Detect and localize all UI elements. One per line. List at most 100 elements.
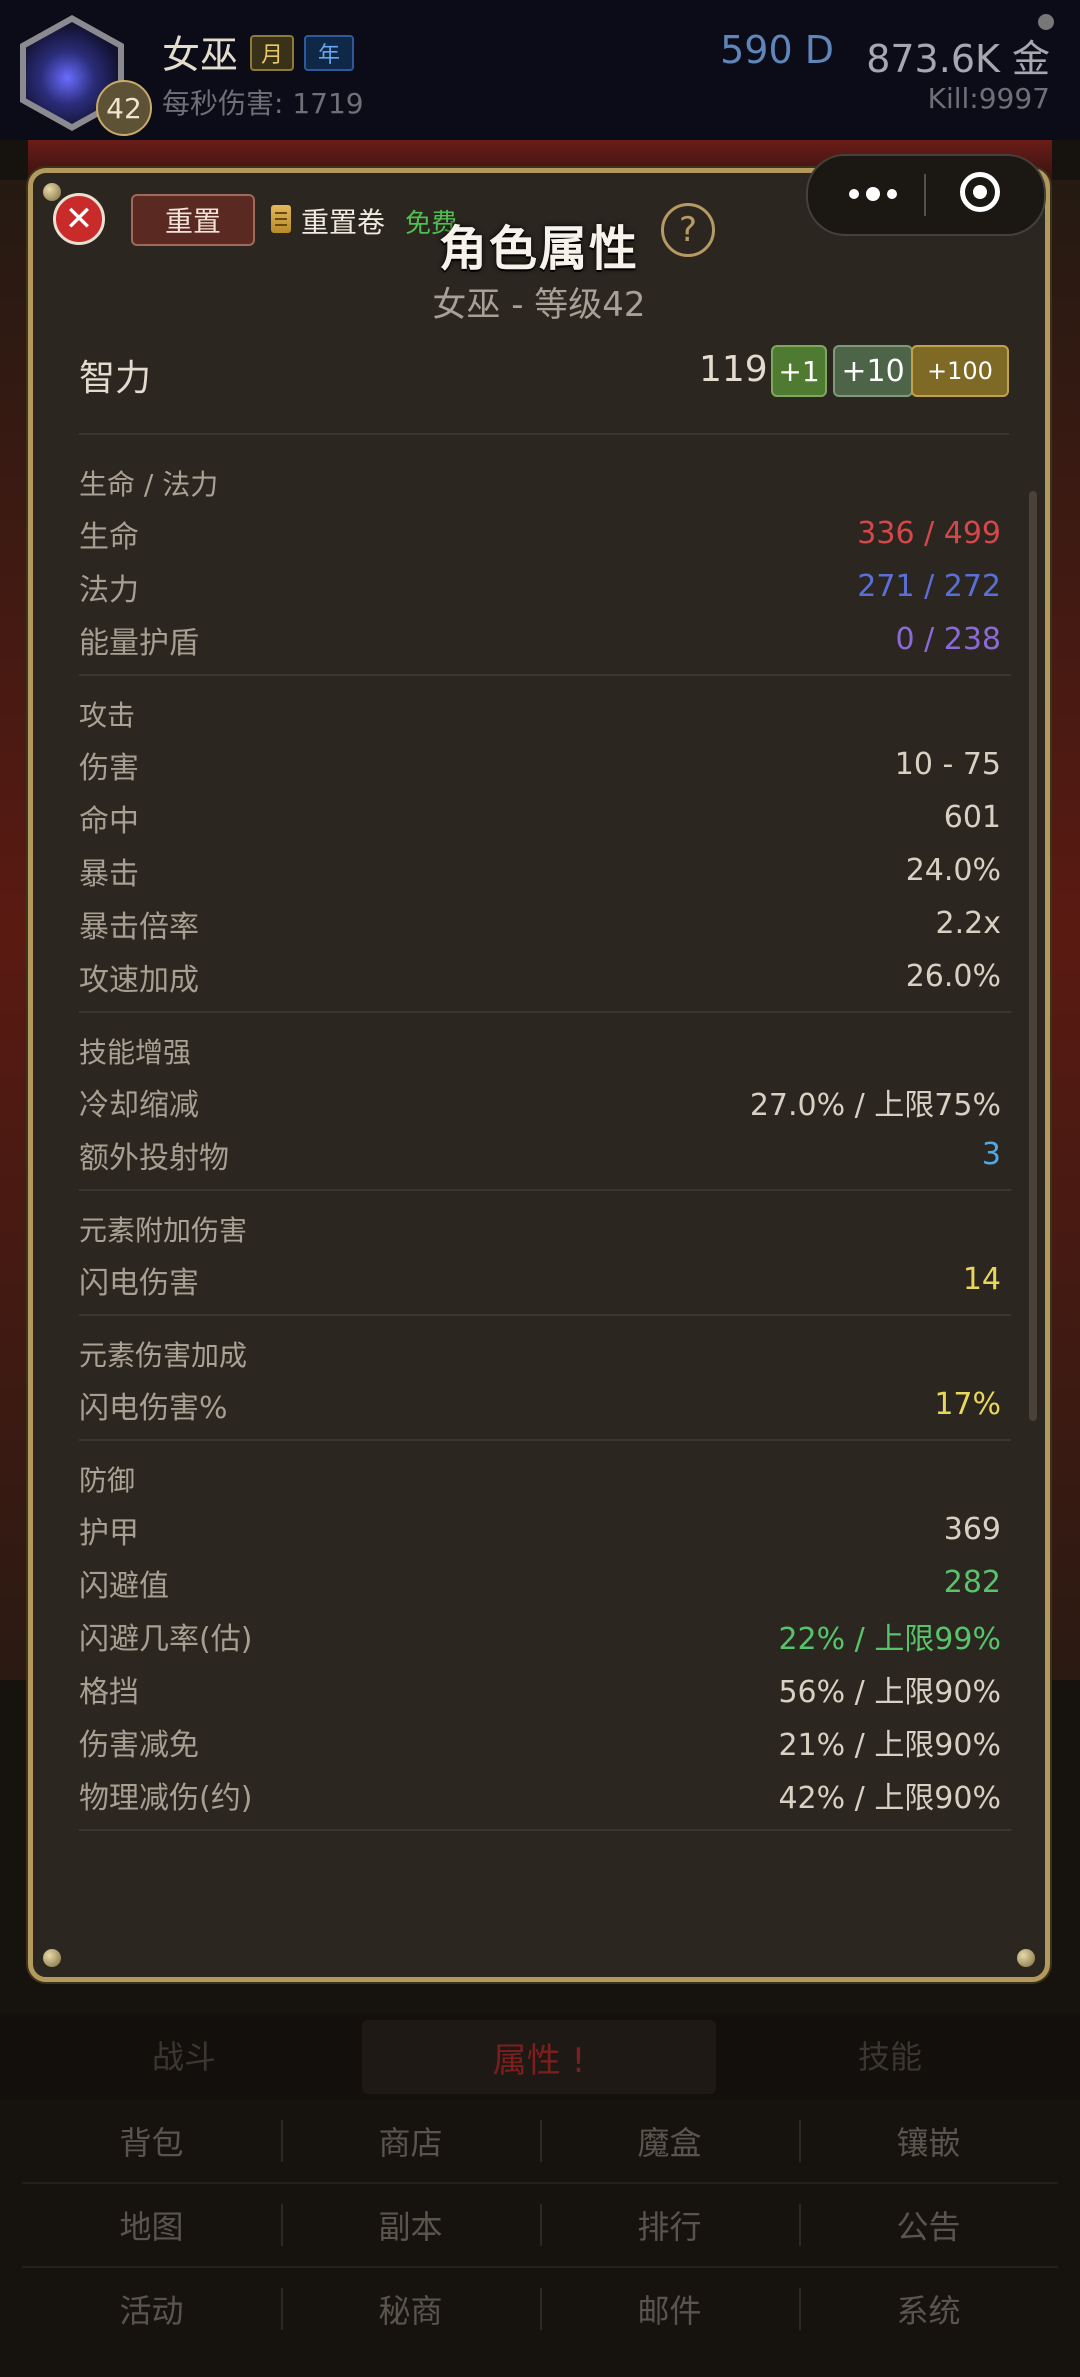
- tab-skills[interactable]: 技能: [858, 2032, 922, 2078]
- menu-grid: 背包 商店 魔盒 镶嵌 地图 副本 排行 公告 活动 秘商 邮件 系统: [22, 2100, 1058, 2346]
- attribute-value: 601: [943, 800, 1001, 835]
- help-button[interactable]: ?: [661, 203, 715, 257]
- attribute-row: 伤害减免 21% / 上限90%: [79, 1715, 1011, 1768]
- kill-count: Kill:9997: [927, 82, 1050, 115]
- dialog-subtitle: 女巫 - 等级42: [432, 285, 646, 325]
- attribute-row: 暴击 24.0%: [79, 844, 1011, 897]
- attribute-value: 17%: [934, 1387, 1001, 1422]
- attribute-value: 10 - 75: [894, 747, 1001, 782]
- section-title: 攻击: [79, 699, 136, 732]
- attributes-dialog: ✕ 重置 重置卷 免费 角色属性 ? 女巫 - 等级42 智力 119 +1 +…: [28, 168, 1050, 1982]
- top-bar: 42 女巫 月 年 每秒伤害: 1719 590 D 873.6K 金 Kill…: [0, 0, 1080, 140]
- miniprogram-capsule: [806, 154, 1046, 236]
- attribute-label: 法力: [79, 572, 139, 608]
- attribute-value: 42% / 上限90%: [778, 1780, 1001, 1816]
- section-title: 防御: [79, 1464, 136, 1497]
- divider: [79, 1829, 1011, 1831]
- attribute-row: 命中 601: [79, 791, 1011, 844]
- attribute-value: 21% / 上限90%: [778, 1727, 1001, 1763]
- attribute-value: 0 / 238: [895, 622, 1001, 657]
- add-1-button[interactable]: +1: [771, 345, 827, 397]
- menu-row: 地图 副本 排行 公告: [22, 2184, 1058, 2268]
- attribute-value: 2.2x: [935, 906, 1001, 941]
- attribute-label: 冷却缩减: [79, 1087, 199, 1123]
- divider: [79, 1189, 1011, 1191]
- attribute-value: 369: [943, 1512, 1001, 1547]
- section-title: 元素伤害加成: [79, 1339, 248, 1372]
- attribute-label: 额外投射物: [79, 1140, 229, 1176]
- menu-item[interactable]: 商店: [281, 2100, 540, 2182]
- attribute-label: 闪电伤害: [79, 1265, 199, 1301]
- level-badge: 42: [96, 80, 152, 136]
- diamond-currency: 590 D: [720, 28, 834, 72]
- attribute-label: 闪避值: [79, 1568, 169, 1604]
- capsule-separator: [924, 174, 926, 216]
- attribute-label: 暴击倍率: [79, 909, 199, 945]
- attribute-label: 格挡: [79, 1674, 139, 1710]
- menu-item[interactable]: 系统: [799, 2268, 1058, 2350]
- tab-attributes[interactable]: 属性 !: [362, 2020, 716, 2094]
- attribute-row: 法力 271 / 272: [79, 560, 1011, 613]
- attribute-row: 冷却缩减 27.0% / 上限75%: [79, 1075, 1011, 1128]
- menu-row: 活动 秘商 邮件 系统: [22, 2268, 1058, 2350]
- menu-item[interactable]: 公告: [799, 2184, 1058, 2266]
- menu-item[interactable]: 秘商: [281, 2268, 540, 2350]
- section-title: 元素附加伤害: [79, 1214, 248, 1247]
- attribute-value: 14: [962, 1262, 1001, 1297]
- attribute-value: 24.0%: [905, 853, 1001, 888]
- divider: [79, 1439, 1011, 1441]
- attribute-row: 格挡 56% / 上限90%: [79, 1662, 1011, 1715]
- attribute-label: 暴击: [79, 856, 139, 892]
- gold-currency: 873.6K 金: [866, 37, 1050, 81]
- attribute-value: 282: [943, 1565, 1001, 1600]
- menu-item[interactable]: 镶嵌: [799, 2100, 1058, 2182]
- divider: [79, 433, 1009, 435]
- attribute-value: 271 / 272: [857, 569, 1001, 604]
- attribute-label: 闪避几率(估): [79, 1621, 253, 1657]
- attribute-label: 命中: [79, 803, 139, 839]
- menu-item[interactable]: 排行: [540, 2184, 799, 2266]
- attribute-label: 闪电伤害%: [79, 1390, 228, 1426]
- main-tabs: 战斗 属性 ! 技能: [0, 2014, 1080, 2100]
- attribute-value: 22% / 上限99%: [778, 1621, 1001, 1657]
- attribute-value: 27.0% / 上限75%: [749, 1087, 1001, 1123]
- attribute-label: 攻速加成: [79, 962, 199, 998]
- attribute-row: 护甲 369: [79, 1503, 1011, 1556]
- corner-rivet-icon: [1017, 1949, 1035, 1967]
- menu-item[interactable]: 地图: [22, 2184, 281, 2266]
- section-title: 生命 / 法力: [79, 468, 219, 501]
- corner-rivet-icon: [43, 1949, 61, 1967]
- attribute-label: 伤害减免: [79, 1727, 199, 1763]
- add-100-button[interactable]: +100: [911, 345, 1009, 397]
- dps-text: 每秒伤害: 1719: [162, 87, 364, 120]
- menu-item[interactable]: 背包: [22, 2100, 281, 2182]
- scrollbar[interactable]: [1029, 491, 1037, 1421]
- attribute-label: 能量护盾: [79, 625, 199, 661]
- notification-dot-icon: [1038, 14, 1054, 30]
- menu-item[interactable]: 邮件: [540, 2268, 799, 2350]
- attribute-value: 336 / 499: [857, 516, 1001, 551]
- attribute-row: 闪避几率(估) 22% / 上限99%: [79, 1609, 1011, 1662]
- attribute-label: 伤害: [79, 750, 139, 786]
- attribute-value: 56% / 上限90%: [778, 1674, 1001, 1710]
- attribute-row: 闪电伤害% 17%: [79, 1378, 1011, 1431]
- more-options-icon[interactable]: [838, 176, 908, 212]
- corner-rivet-icon: [43, 183, 61, 201]
- attribute-row: 物理减伤(约) 42% / 上限90%: [79, 1768, 1011, 1821]
- attribute-list: 生命 / 法力生命 336 / 499 法力 271 / 272 能量护盾 0 / 238…: [79, 445, 1011, 1831]
- menu-item[interactable]: 活动: [22, 2268, 281, 2350]
- attribute-row: 生命 336 / 499: [79, 507, 1011, 560]
- yearly-card-badge[interactable]: 年: [304, 35, 354, 71]
- menu-item[interactable]: 魔盒: [540, 2100, 799, 2182]
- attribute-label: 护甲: [79, 1515, 139, 1551]
- attribute-row: 伤害 10 - 75: [79, 738, 1011, 791]
- menu-item[interactable]: 副本: [281, 2184, 540, 2266]
- add-10-button[interactable]: +10: [833, 345, 913, 397]
- attribute-row: 暴击倍率 2.2x: [79, 897, 1011, 950]
- attribute-label: 物理减伤(约): [79, 1780, 253, 1816]
- monthly-card-badge[interactable]: 月: [250, 35, 294, 71]
- exit-target-icon[interactable]: [960, 172, 1000, 212]
- attribute-value: 26.0%: [905, 959, 1001, 994]
- background-right-panel: [1050, 180, 1080, 1680]
- tab-fight[interactable]: 战斗: [152, 2032, 216, 2078]
